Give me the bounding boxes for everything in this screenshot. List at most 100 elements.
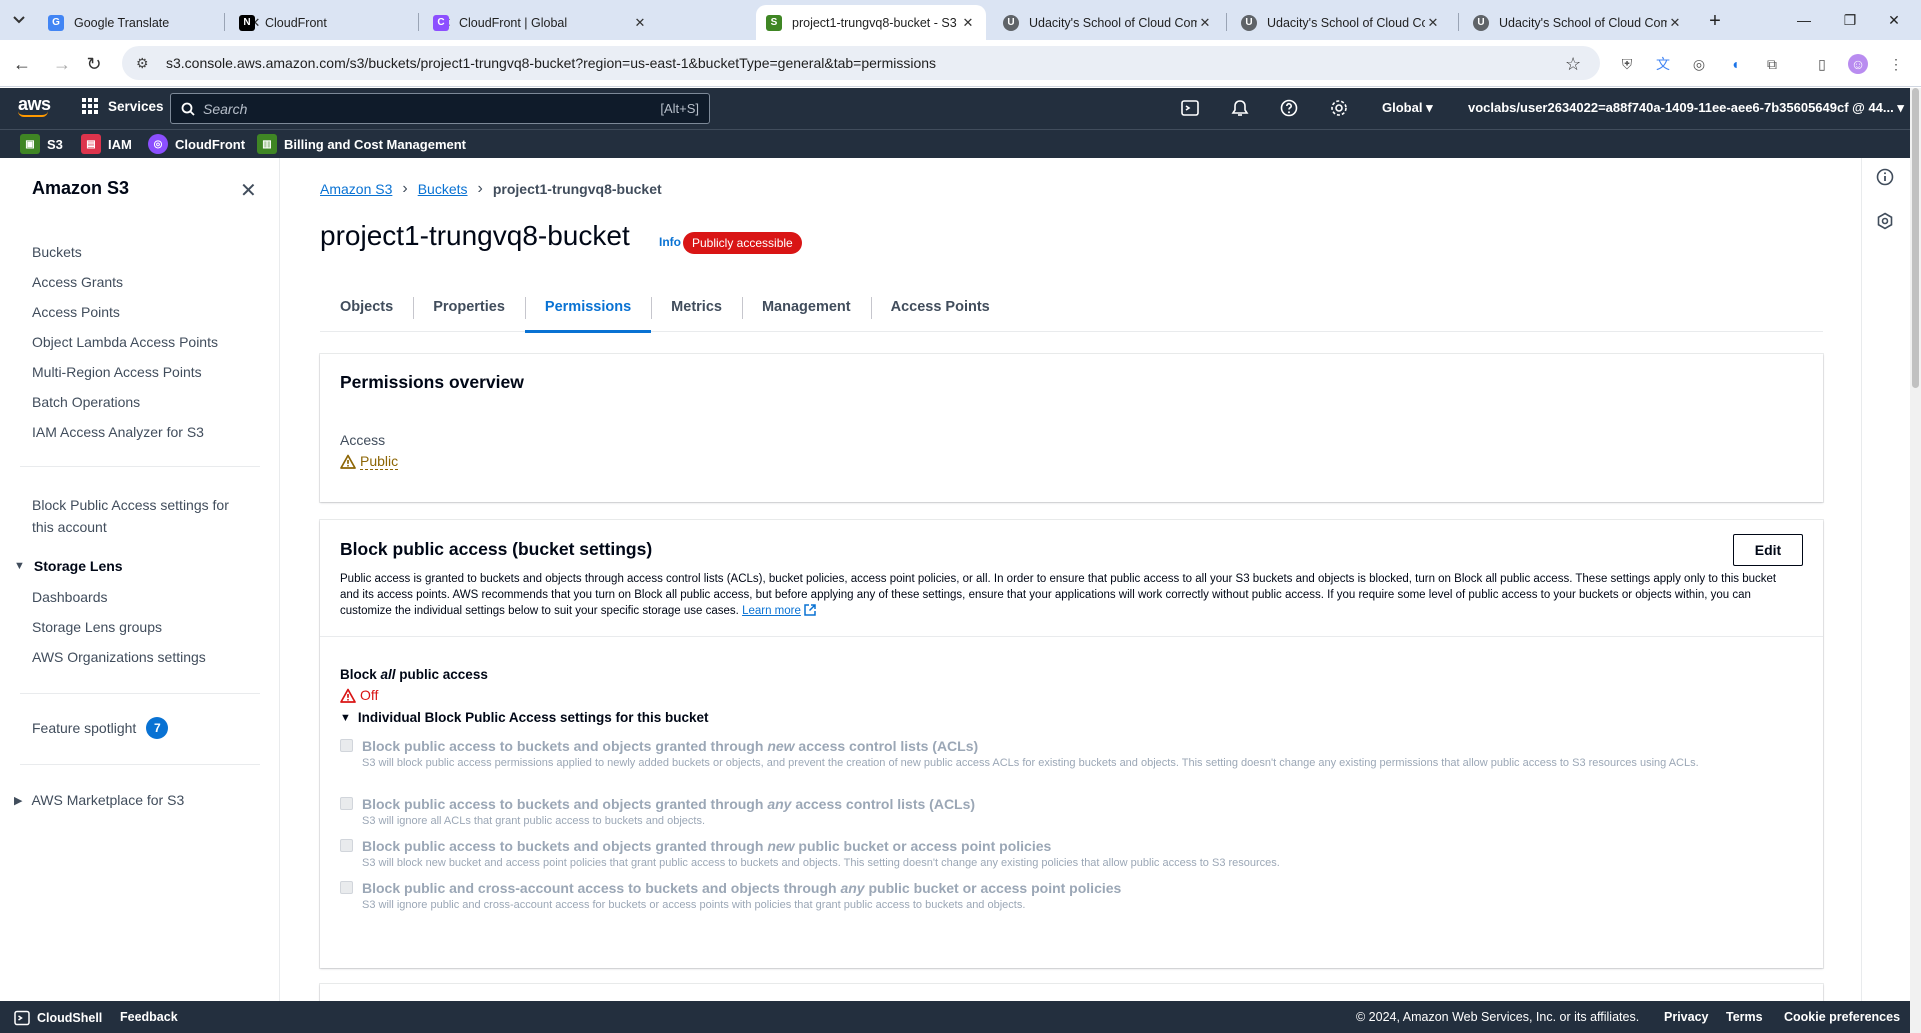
breadcrumb-amazon-s3[interactable]: Amazon S3: [320, 181, 392, 197]
audio-extension-icon[interactable]: ◖: [1725, 54, 1745, 74]
close-tab-icon[interactable]: ✕: [960, 15, 976, 31]
sidebar-item-block-public-access[interactable]: Block Public Access settings for this ac…: [32, 494, 229, 538]
back-arrow-icon[interactable]: ←: [10, 52, 34, 76]
sidebar-divider: [20, 693, 260, 694]
region-selector[interactable]: Global ▾: [1382, 100, 1433, 116]
profile-avatar-icon[interactable]: ☺: [1848, 54, 1868, 74]
setting-checkbox-disabled[interactable]: [340, 881, 353, 894]
browser-tab-cloudfront-global[interactable]: C CloudFront | Global ✕: [423, 5, 658, 40]
new-tab-plus-icon[interactable]: +: [1703, 9, 1727, 33]
close-tab-icon[interactable]: ✕: [1425, 15, 1441, 31]
close-sidebar-icon[interactable]: ✕: [240, 178, 257, 203]
aws-logo-icon[interactable]: aws: [18, 94, 51, 117]
search-input[interactable]: Search [Alt+S]: [170, 93, 710, 124]
compass-extension-icon[interactable]: ◎: [1689, 54, 1709, 74]
cloudshell-button[interactable]: CloudShell: [14, 1010, 102, 1026]
forward-arrow-icon[interactable]: →: [50, 52, 74, 76]
error-triangle-icon: [340, 688, 356, 703]
bookmark-star-icon[interactable]: ☆: [1565, 54, 1581, 75]
feedback-link[interactable]: Feedback: [120, 1010, 178, 1024]
edit-button[interactable]: Edit: [1733, 534, 1803, 566]
individual-settings-expander[interactable]: ▼ Individual Block Public Access setting…: [340, 710, 708, 725]
sidebar-item-feature-spotlight[interactable]: Feature spotlight 7: [32, 717, 169, 739]
browser-tab-udacity-1[interactable]: U Udacity's School of Cloud Com ✕: [993, 5, 1223, 40]
tab-management[interactable]: Management: [741, 283, 871, 332]
setting-checkbox-disabled[interactable]: [340, 839, 353, 852]
sidebar-item-storage-lens-groups[interactable]: Storage Lens groups: [32, 619, 162, 635]
browser-toolbar: ← → ↻ ⚙ s3.console.aws.amazon.com/s3/buc…: [0, 40, 1921, 87]
tab-properties[interactable]: Properties: [413, 283, 525, 332]
hexagon-panel-icon[interactable]: [1876, 212, 1894, 230]
sidebar-item-iam-analyzer[interactable]: IAM Access Analyzer for S3: [32, 424, 204, 440]
terms-link[interactable]: Terms: [1726, 1010, 1763, 1024]
browser-tab-udacity-3[interactable]: U Udacity's School of Cloud Com ✕: [1463, 5, 1693, 40]
shield-extension-icon[interactable]: ⛨: [1617, 54, 1637, 74]
translate-extension-icon[interactable]: 文: [1653, 54, 1673, 74]
sidebar-item-buckets[interactable]: Buckets: [32, 244, 82, 260]
tab-permissions[interactable]: Permissions: [524, 283, 652, 333]
side-panel-icon[interactable]: ▯: [1812, 54, 1832, 74]
page-scrollbar[interactable]: [1910, 88, 1921, 1033]
tab-separator: [224, 13, 225, 31]
setting-label: Block public access to buckets and objec…: [362, 838, 1051, 854]
sidebar-item-access-grants[interactable]: Access Grants: [32, 274, 123, 290]
notifications-bell-icon[interactable]: [1230, 98, 1250, 118]
cloudfront-service-icon: ◎: [148, 134, 168, 154]
search-shortcut: [Alt+S]: [660, 101, 699, 116]
favorite-label: CloudFront: [175, 136, 246, 152]
sidebar-item-batch-operations[interactable]: Batch Operations: [32, 394, 140, 410]
learn-more-link[interactable]: Learn more: [742, 605, 801, 617]
tab-access-points[interactable]: Access Points: [870, 283, 1010, 332]
sidebar-item-marketplace[interactable]: ▶ AWS Marketplace for S3: [14, 792, 184, 808]
sidebar-item-organizations-settings[interactable]: AWS Organizations settings: [32, 649, 206, 665]
tab-search-chevron-icon[interactable]: [8, 9, 30, 31]
sidebar-item-access-points[interactable]: Access Points: [32, 304, 120, 320]
favorite-iam[interactable]: ▤ IAM: [81, 134, 132, 154]
restore-window-icon[interactable]: ❐: [1828, 8, 1872, 32]
setting-label-text: public bucket or access point policies: [864, 880, 1122, 896]
browser-menu-icon[interactable]: ⋮: [1886, 54, 1906, 74]
help-icon[interactable]: [1279, 98, 1299, 118]
site-info-icon[interactable]: ⚙: [136, 55, 154, 72]
minimize-window-icon[interactable]: —: [1782, 8, 1826, 32]
setting-checkbox-disabled[interactable]: [340, 797, 353, 810]
panel-heading: Permissions overview: [340, 372, 524, 392]
reload-icon[interactable]: ↻: [82, 52, 106, 76]
sidebar-section-storage-lens[interactable]: ▼ Storage Lens: [14, 558, 123, 574]
puzzle-extensions-icon[interactable]: ⧉: [1762, 54, 1782, 74]
close-tab-icon[interactable]: ✕: [1667, 15, 1683, 31]
info-panel-icon[interactable]: [1876, 168, 1894, 186]
sidebar-item-dashboards[interactable]: Dashboards: [32, 589, 108, 605]
info-link[interactable]: Info: [659, 235, 681, 249]
services-menu-button[interactable]: Services: [82, 98, 164, 114]
favorite-billing[interactable]: ▥ Billing and Cost Management: [257, 134, 466, 154]
breadcrumb-buckets[interactable]: Buckets: [418, 181, 468, 197]
iam-service-icon: ▤: [81, 134, 101, 154]
access-value[interactable]: Public: [340, 453, 399, 470]
cookie-preferences-link[interactable]: Cookie preferences: [1784, 1010, 1900, 1024]
favorite-cloudfront[interactable]: ◎ CloudFront: [148, 134, 245, 154]
address-bar[interactable]: ⚙ s3.console.aws.amazon.com/s3/buckets/p…: [122, 46, 1600, 80]
s3-service-icon: ▣: [20, 134, 40, 154]
close-tab-icon[interactable]: ✕: [1197, 15, 1213, 31]
sidebar-item-multi-region[interactable]: Multi-Region Access Points: [32, 364, 202, 380]
browser-tab-s3-bucket-active[interactable]: S project1-trungvq8-bucket - S3 ✕: [756, 5, 986, 40]
account-menu[interactable]: voclabs/user2634022=a88f740a-1409-11ee-a…: [1468, 100, 1904, 116]
tab-metrics[interactable]: Metrics: [651, 283, 742, 332]
favorite-s3[interactable]: ▣ S3: [20, 134, 63, 154]
scrollbar-thumb[interactable]: [1912, 88, 1919, 388]
setting-description: S3 will block new bucket and access poin…: [362, 857, 1280, 869]
browser-tab-udacity-2[interactable]: U Udacity's School of Cloud Com ✕: [1231, 5, 1451, 40]
sidebar-item-object-lambda[interactable]: Object Lambda Access Points: [32, 334, 218, 350]
close-tab-icon[interactable]: ✕: [632, 15, 648, 31]
setting-description: S3 will ignore all ACLs that grant publi…: [362, 815, 706, 827]
globe-favicon-icon: U: [1241, 14, 1257, 31]
setting-checkbox-disabled[interactable]: [340, 739, 353, 752]
tab-objects[interactable]: Objects: [320, 283, 413, 332]
cloudshell-icon[interactable]: [1180, 98, 1200, 118]
settings-gear-icon[interactable]: [1329, 98, 1349, 118]
close-window-icon[interactable]: ✕: [1872, 8, 1916, 32]
privacy-link[interactable]: Privacy: [1664, 1010, 1708, 1024]
favorites-bar: ▣ S3 ▤ IAM ◎ CloudFront ▥ Billing and Co…: [0, 129, 1910, 158]
google-translate-favicon-icon: G: [48, 14, 64, 31]
